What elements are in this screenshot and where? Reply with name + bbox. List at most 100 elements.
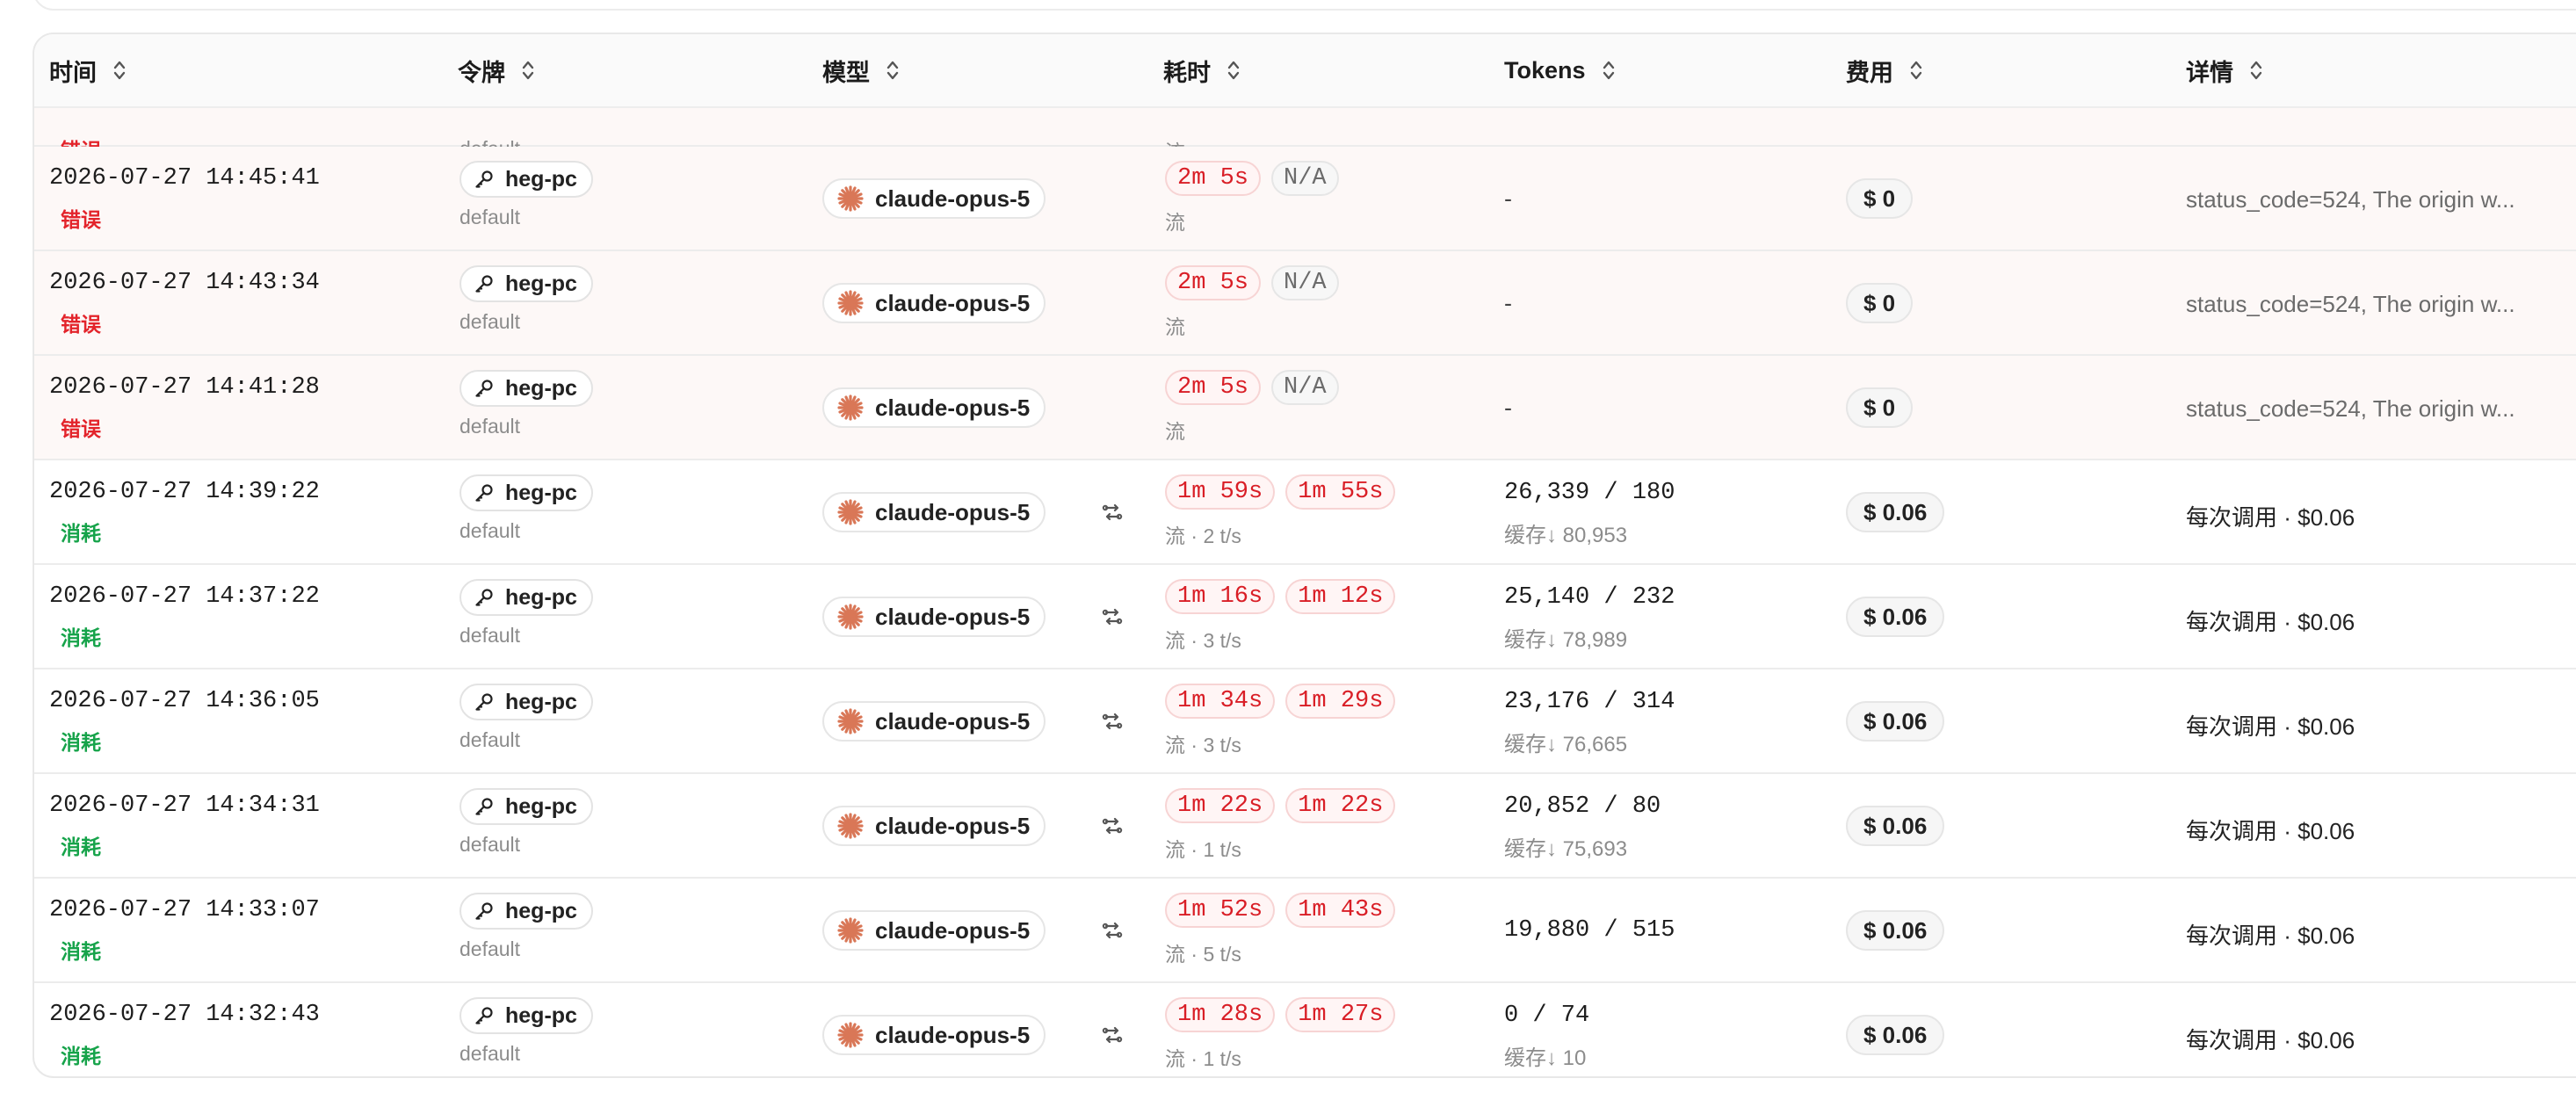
table-row[interactable]: 2026-07-27 14:36:05 消耗 heg-pc default cl…: [34, 669, 2576, 774]
status-badge: 错误: [61, 208, 101, 231]
table-row[interactable]: 2026-07-27 14:32:43 消耗 heg-pc default cl…: [34, 983, 2576, 1076]
stream-label: 流 · 2 t/s: [1165, 525, 1241, 547]
sort-icon[interactable]: [1909, 59, 1923, 82]
col-header-duration[interactable]: 耗时: [1163, 34, 1241, 106]
col-header-cost[interactable]: 费用: [1846, 34, 1923, 106]
detail-text: 每次调用 · $0.06: [2186, 818, 2355, 844]
table-row[interactable]: 2026-07-27 14:34:31 消耗 heg-pc default cl…: [34, 774, 2576, 879]
col-header-tokens[interactable]: Tokens: [1504, 34, 1616, 106]
model-tag[interactable]: claude-opus-5: [822, 1015, 1046, 1055]
sort-icon[interactable]: [886, 59, 900, 82]
col-header-time[interactable]: 时间: [49, 34, 127, 106]
duration-cell: 1m 16s 1m 12s: [1165, 579, 1406, 614]
route-icon[interactable]: [1101, 605, 1124, 628]
route-icon[interactable]: [1101, 710, 1124, 733]
route-icon[interactable]: [1101, 814, 1124, 837]
cache-value: 缓存↓ 10: [1504, 1046, 1587, 1070]
model-tag[interactable]: claude-opus-5: [822, 597, 1046, 637]
col-header-detail-label: 详情: [2186, 59, 2233, 86]
token-name-tag[interactable]: heg-pc: [459, 370, 593, 407]
duration-cell: 1m 59s 1m 55s: [1165, 474, 1406, 510]
first-token-tag: 1m 55s: [1285, 474, 1396, 510]
col-header-detail[interactable]: 详情: [2186, 34, 2263, 106]
duration-cell: 2m 5s N/A: [1165, 161, 1339, 196]
tokens-value: 23,176 / 314: [1504, 689, 1675, 715]
group-label: default: [459, 519, 521, 542]
col-header-time-label: 时间: [49, 59, 97, 86]
stream-label: 流 · 5 t/s: [1165, 943, 1241, 966]
token-cell: heg-pc: [459, 370, 593, 407]
first-token-tag: 1m 43s: [1285, 893, 1396, 928]
table-row[interactable]: 2026-07-27 14:33:07 消耗 heg-pc default cl…: [34, 879, 2576, 983]
sort-icon[interactable]: [112, 59, 127, 82]
model-name: claude-opus-5: [875, 289, 1031, 316]
first-token-tag: 1m 22s: [1285, 788, 1396, 823]
time-cell: 2026-07-27 14:37:22: [49, 583, 320, 610]
model-name: claude-opus-5: [875, 603, 1031, 630]
token-name: heg-pc: [505, 1002, 577, 1028]
token-name: heg-pc: [505, 166, 577, 192]
col-header-token[interactable]: 令牌: [458, 34, 535, 106]
claude-logo-icon: [837, 499, 864, 525]
col-header-model[interactable]: 模型: [822, 34, 900, 106]
token-name-tag[interactable]: heg-pc: [459, 997, 593, 1034]
token-name-tag[interactable]: heg-pc: [459, 161, 593, 198]
token-cell: heg-pc: [459, 893, 593, 930]
cost-cell: $ 0.06: [1846, 597, 1945, 637]
sort-icon[interactable]: [521, 59, 535, 82]
cost-tag: $ 0: [1846, 178, 1914, 219]
status-badge: 消耗: [61, 836, 101, 858]
model-tag[interactable]: claude-opus-5: [822, 492, 1046, 532]
token-name: heg-pc: [505, 375, 577, 401]
token-name-tag[interactable]: heg-pc: [459, 474, 593, 511]
key-icon: [475, 798, 493, 815]
first-token-tag: N/A: [1271, 265, 1339, 300]
sort-icon[interactable]: [2249, 59, 2263, 82]
model-tag[interactable]: claude-opus-5: [822, 910, 1046, 951]
time-cell: 2026-07-27 14:34:31: [49, 792, 320, 819]
stream-label: 流: [1165, 420, 1185, 443]
detail-text: 每次调用 · $0.06: [2186, 713, 2355, 740]
cost-cell: $ 0: [1846, 283, 1914, 323]
token-name-tag[interactable]: heg-pc: [459, 265, 593, 302]
model-tag[interactable]: claude-opus-5: [822, 806, 1046, 846]
key-icon: [475, 484, 493, 502]
key-icon: [475, 693, 493, 711]
claude-logo-icon: [837, 813, 864, 839]
table-row[interactable]: 2026-07-27 14:39:22 消耗 heg-pc default cl…: [34, 460, 2576, 565]
col-header-duration-label: 耗时: [1163, 59, 1211, 86]
route-icon[interactable]: [1101, 919, 1124, 942]
total-duration-tag: 1m 22s: [1165, 788, 1276, 823]
total-duration-tag: 1m 34s: [1165, 684, 1276, 719]
table-row[interactable]: 2026-07-27 14:43:34 错误 heg-pc default cl…: [34, 251, 2576, 356]
tokens-value: -: [1504, 394, 1512, 421]
table-row[interactable]: 2026-07-27 14:37:22 消耗 heg-pc default cl…: [34, 565, 2576, 669]
cache-value: 缓存↓ 78,989: [1504, 628, 1628, 652]
cost-tag: $ 0.06: [1846, 597, 1945, 637]
route-icon[interactable]: [1101, 501, 1124, 524]
model-tag[interactable]: claude-opus-5: [822, 178, 1046, 219]
model-tag[interactable]: claude-opus-5: [822, 701, 1046, 742]
table-row[interactable]: 2026-07-27 14:41:28 错误 heg-pc default cl…: [34, 356, 2576, 460]
model-cell: claude-opus-5: [822, 910, 1046, 951]
token-name: heg-pc: [505, 898, 577, 923]
cache-value: 缓存↓ 75,693: [1504, 837, 1628, 861]
route-icon[interactable]: [1101, 1024, 1124, 1046]
col-header-model-label: 模型: [822, 59, 870, 86]
token-name-tag[interactable]: heg-pc: [459, 788, 593, 825]
claude-logo-icon: [837, 185, 864, 212]
group-label: default: [459, 624, 521, 647]
table-row[interactable]: 2026-07-27 14:45:41 错误 heg-pc default cl…: [34, 147, 2576, 251]
token-name-tag[interactable]: heg-pc: [459, 579, 593, 616]
col-header-token-label: 令牌: [458, 59, 505, 86]
duration-cell: 1m 28s 1m 27s: [1165, 997, 1406, 1032]
model-tag[interactable]: claude-opus-5: [822, 387, 1046, 428]
total-duration-tag: 1m 16s: [1165, 579, 1276, 614]
token-name-tag[interactable]: heg-pc: [459, 893, 593, 930]
total-duration-tag: 1m 59s: [1165, 474, 1276, 510]
sort-icon[interactable]: [1602, 59, 1616, 82]
token-name-tag[interactable]: heg-pc: [459, 684, 593, 720]
model-tag[interactable]: claude-opus-5: [822, 283, 1046, 323]
sort-icon[interactable]: [1226, 59, 1241, 82]
cost-tag: $ 0.06: [1846, 806, 1945, 846]
